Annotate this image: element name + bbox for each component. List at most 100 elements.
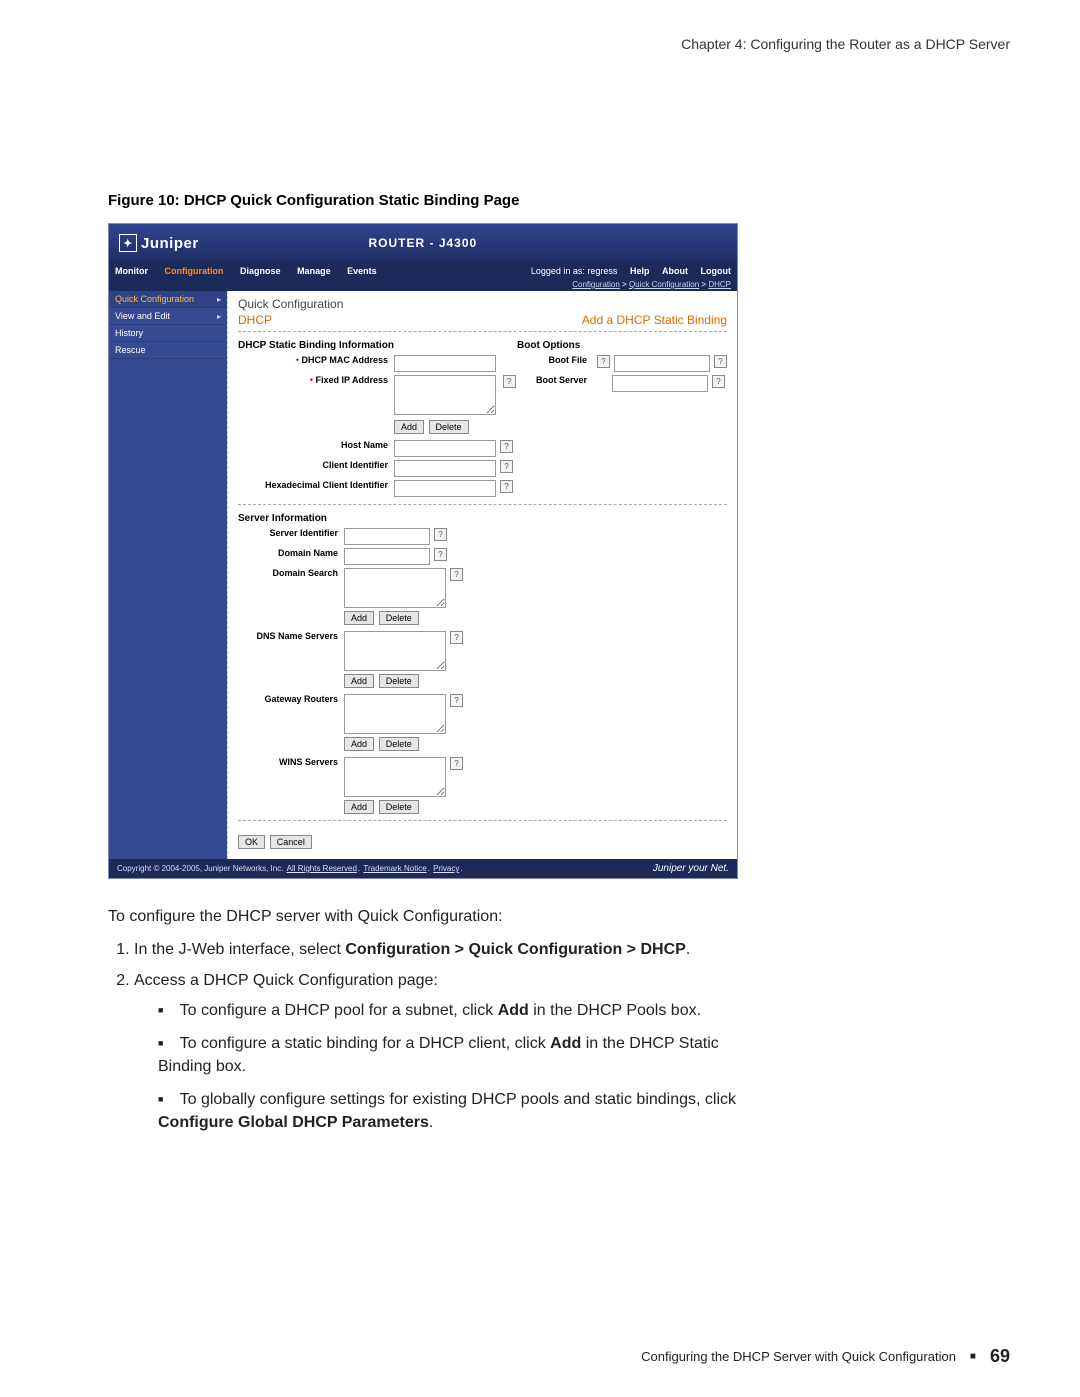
add-button[interactable]: Add	[344, 800, 374, 814]
wins-input[interactable]	[344, 757, 446, 797]
help-icon[interactable]: ?	[450, 694, 463, 707]
sidebar-label: History	[115, 328, 143, 338]
help-icon[interactable]: ?	[597, 355, 610, 368]
nav-about[interactable]: About	[662, 266, 688, 276]
footer-link-privacy[interactable]: Privacy	[433, 864, 459, 873]
help-icon[interactable]: ?	[434, 528, 447, 541]
domainname-input[interactable]	[344, 548, 430, 565]
ok-button[interactable]: OK	[238, 835, 265, 849]
help-icon[interactable]: ?	[712, 375, 725, 388]
nav-logout[interactable]: Logout	[701, 266, 732, 276]
sidebar: Quick Configuration ▸ View and Edit ▸ Hi…	[109, 291, 227, 859]
bullet-1: To configure a DHCP pool for a subnet, c…	[158, 999, 748, 1022]
nav-monitor[interactable]: Monitor	[115, 266, 148, 276]
tagline: Juniper your Net.	[653, 863, 729, 874]
help-icon[interactable]: ?	[500, 460, 513, 473]
page-number: 69	[990, 1346, 1010, 1367]
bullet-3: To globally configure settings for exist…	[158, 1088, 748, 1134]
help-icon[interactable]: ?	[450, 757, 463, 770]
section-boot-title: Boot Options	[517, 340, 727, 351]
footer-link-rights[interactable]: All Rights Reserved	[287, 864, 357, 873]
delete-button[interactable]: Delete	[379, 800, 419, 814]
content-pane: Quick Configuration DHCP Add a DHCP Stat…	[227, 291, 737, 859]
navbar: Monitor Configuration Diagnose Manage Ev…	[109, 262, 737, 280]
help-icon[interactable]: ?	[450, 568, 463, 581]
nav-right: Logged in as: regress Help About Logout	[521, 266, 731, 276]
footer-link-trademark[interactable]: Trademark Notice	[363, 864, 426, 873]
sidebar-label: Quick Configuration	[115, 294, 194, 304]
logged-in-text: Logged in as: regress	[531, 266, 618, 276]
label-serverid: Server Identifier	[238, 528, 344, 538]
nav-configuration[interactable]: Configuration	[165, 266, 224, 276]
step-1: In the J-Web interface, select Configura…	[134, 938, 748, 961]
crumb-configuration[interactable]: Configuration	[572, 280, 620, 289]
hexclientid-input[interactable]	[394, 480, 496, 497]
sidebar-item-history[interactable]: History	[109, 325, 227, 342]
sidebar-label: View and Edit	[115, 311, 170, 321]
app-banner: ✦ Juniper ROUTER - J4300	[109, 224, 737, 262]
add-button[interactable]: Add	[344, 611, 374, 625]
crumb-quickconfig[interactable]: Quick Configuration	[629, 280, 699, 289]
help-icon[interactable]: ?	[500, 480, 513, 493]
figure-caption: Figure 10: DHCP Quick Configuration Stat…	[108, 192, 1010, 209]
delete-button[interactable]: Delete	[429, 420, 469, 434]
label-mac: DHCP MAC Address	[301, 355, 388, 365]
label-hostname: Host Name	[238, 440, 394, 450]
help-icon[interactable]: ?	[500, 440, 513, 453]
square-icon: ■	[970, 1351, 976, 1362]
delete-button[interactable]: Delete	[379, 611, 419, 625]
cancel-button[interactable]: Cancel	[270, 835, 312, 849]
help-icon[interactable]: ?	[450, 631, 463, 644]
step-2: Access a DHCP Quick Configuration page: …	[134, 969, 748, 1134]
add-button[interactable]: Add	[344, 674, 374, 688]
label-wins: WINS Servers	[238, 757, 344, 767]
breadcrumb: Configuration > Quick Configuration > DH…	[109, 280, 737, 291]
fixedip-input[interactable]	[394, 375, 496, 415]
content-action-title: Add a DHCP Static Binding	[582, 313, 727, 327]
crumb-dhcp[interactable]: DHCP	[708, 280, 731, 289]
add-button[interactable]: Add	[344, 737, 374, 751]
nav-manage[interactable]: Manage	[297, 266, 331, 276]
nav-events[interactable]: Events	[347, 266, 377, 276]
copyright-text: Copyright © 2004-2005, Juniper Networks,…	[117, 864, 283, 873]
section-server-title: Server Information	[238, 513, 727, 524]
add-button[interactable]: Add	[394, 420, 424, 434]
clientid-input[interactable]	[394, 460, 496, 477]
app-footer: Copyright © 2004-2005, Juniper Networks,…	[109, 859, 737, 878]
gateway-input[interactable]	[344, 694, 446, 734]
dns-input[interactable]	[344, 631, 446, 671]
label-domainsearch: Domain Search	[238, 568, 344, 578]
sidebar-item-rescue[interactable]: Rescue	[109, 342, 227, 359]
bootserver-input[interactable]	[612, 375, 708, 392]
juniper-icon: ✦	[119, 234, 137, 252]
label-bootfile: Boot File	[517, 355, 593, 365]
bullet-2: To configure a static binding for a DHCP…	[158, 1032, 748, 1078]
footer-section-title: Configuring the DHCP Server with Quick C…	[641, 1349, 956, 1364]
domainsearch-input[interactable]	[344, 568, 446, 608]
nav-left: Monitor Configuration Diagnose Manage Ev…	[115, 266, 391, 276]
chevron-right-icon: ▸	[217, 312, 221, 321]
sidebar-item-quickconfig[interactable]: Quick Configuration ▸	[109, 291, 227, 308]
bootfile-input[interactable]	[614, 355, 710, 372]
nav-help[interactable]: Help	[630, 266, 650, 276]
chapter-header: Chapter 4: Configuring the Router as a D…	[70, 36, 1010, 52]
section-binding-title: DHCP Static Binding Information	[238, 340, 517, 351]
label-gateway: Gateway Routers	[238, 694, 344, 704]
nav-diagnose[interactable]: Diagnose	[240, 266, 281, 276]
page-footer: Configuring the DHCP Server with Quick C…	[641, 1346, 1010, 1367]
label-clientid: Client Identifier	[238, 460, 394, 470]
label-domainname: Domain Name	[238, 548, 344, 558]
sidebar-item-viewedit[interactable]: View and Edit ▸	[109, 308, 227, 325]
help-icon[interactable]: ?	[714, 355, 727, 368]
screenshot: ✦ Juniper ROUTER - J4300 Monitor Configu…	[108, 223, 738, 879]
delete-button[interactable]: Delete	[379, 737, 419, 751]
delete-button[interactable]: Delete	[379, 674, 419, 688]
label-dns: DNS Name Servers	[238, 631, 344, 641]
mac-input[interactable]	[394, 355, 496, 372]
logo-text: Juniper	[141, 235, 199, 252]
help-icon[interactable]: ?	[434, 548, 447, 561]
hostname-input[interactable]	[394, 440, 496, 457]
serverid-input[interactable]	[344, 528, 430, 545]
help-icon[interactable]: ?	[503, 375, 516, 388]
content-subtitle: DHCP	[238, 313, 272, 327]
